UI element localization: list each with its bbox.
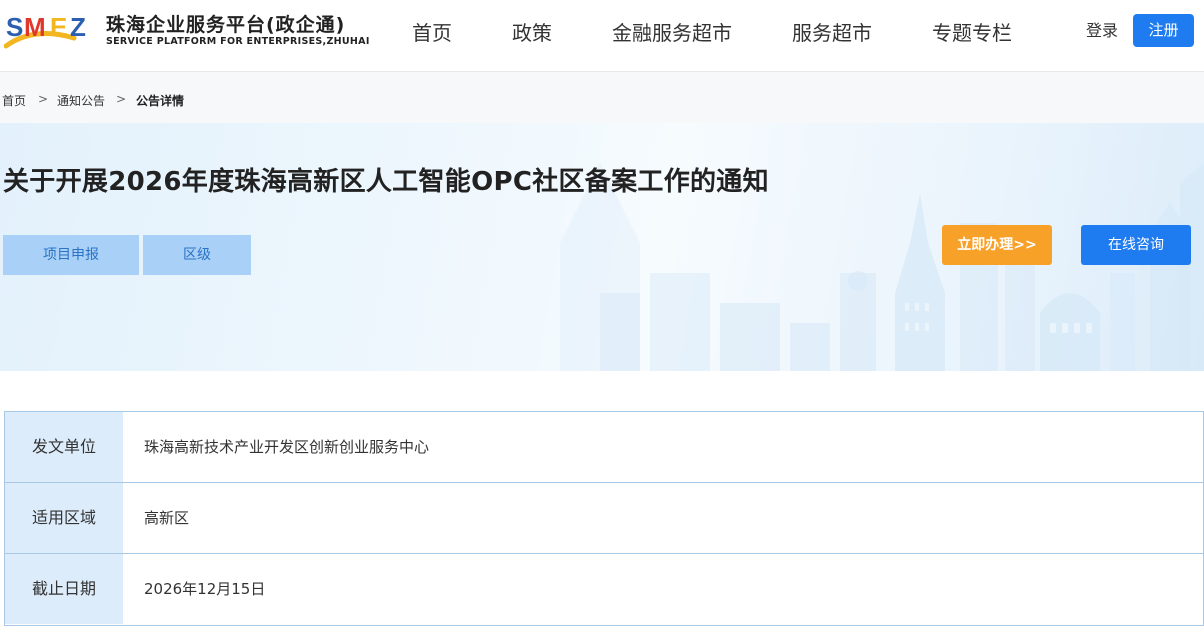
breadcrumb-home[interactable]: 首页 [2, 92, 26, 109]
svg-text:S: S [6, 12, 23, 42]
deadline-value: 2026年12月15日 [144, 580, 266, 598]
svg-text:M: M [24, 12, 46, 42]
login-link[interactable]: 登录 [1086, 20, 1118, 42]
info-row-deadline: 截止日期 2026年12月15日 [5, 554, 1203, 624]
smez-logo-icon: S M E Z [4, 12, 86, 49]
breadcrumb-separator: > [116, 92, 127, 106]
nav-home[interactable]: 首页 [412, 0, 452, 71]
notice-info-table: 发文单位 珠海高新技术产业开发区创新创业服务中心 适用区域 高新区 截止日期 2… [4, 411, 1204, 626]
logo-title-en: SERVICE PLATFORM FOR ENTERPRISES,ZHUHAI [106, 36, 370, 47]
notice-banner: 关于开展2026年度珠海高新区人工智能OPC社区备案工作的通知 项目申报 区级 … [0, 123, 1204, 371]
nav-finance-market[interactable]: 金融服务超市 [612, 0, 732, 71]
logo-title-cn: 珠海企业服务平台(政企通) [106, 14, 346, 36]
register-button[interactable]: 注册 [1133, 14, 1194, 47]
deadline-label: 截止日期 [5, 554, 123, 624]
issuer-label: 发文单位 [5, 412, 123, 482]
notice-title: 关于开展2026年度珠海高新区人工智能OPC社区备案工作的通知 [3, 167, 769, 197]
breadcrumb: 首页 > 通知公告 > 公告详情 [0, 72, 1204, 123]
info-row-issuer: 发文单位 珠海高新技术产业开发区创新创业服务中心 [5, 412, 1203, 483]
apply-now-button[interactable]: 立即办理>> [942, 225, 1052, 265]
site-header: S M E Z 珠海企业服务平台(政企通) SERVICE PLATFORM F… [0, 0, 1204, 72]
site-logo[interactable]: S M E Z 珠海企业服务平台(政企通) SERVICE PLATFORM F… [4, 6, 369, 56]
breadcrumb-notices[interactable]: 通知公告 [57, 92, 105, 109]
issuer-value: 珠海高新技术产业开发区创新创业服务中心 [144, 438, 430, 456]
info-row-region: 适用区域 高新区 [5, 483, 1203, 554]
breadcrumb-separator: > [38, 92, 49, 106]
region-label: 适用区域 [5, 483, 123, 553]
online-consult-button[interactable]: 在线咨询 [1081, 225, 1191, 265]
nav-policy[interactable]: 政策 [512, 0, 552, 71]
svg-text:E: E [50, 12, 67, 42]
tag-project-application: 项目申报 [3, 235, 139, 275]
breadcrumb-current: 公告详情 [136, 94, 185, 108]
nav-special-topics[interactable]: 专题专栏 [932, 0, 1012, 71]
tag-district-level: 区级 [143, 235, 251, 275]
region-value: 高新区 [144, 509, 190, 527]
nav-service-market[interactable]: 服务超市 [792, 0, 872, 71]
svg-text:Z: Z [70, 12, 86, 42]
